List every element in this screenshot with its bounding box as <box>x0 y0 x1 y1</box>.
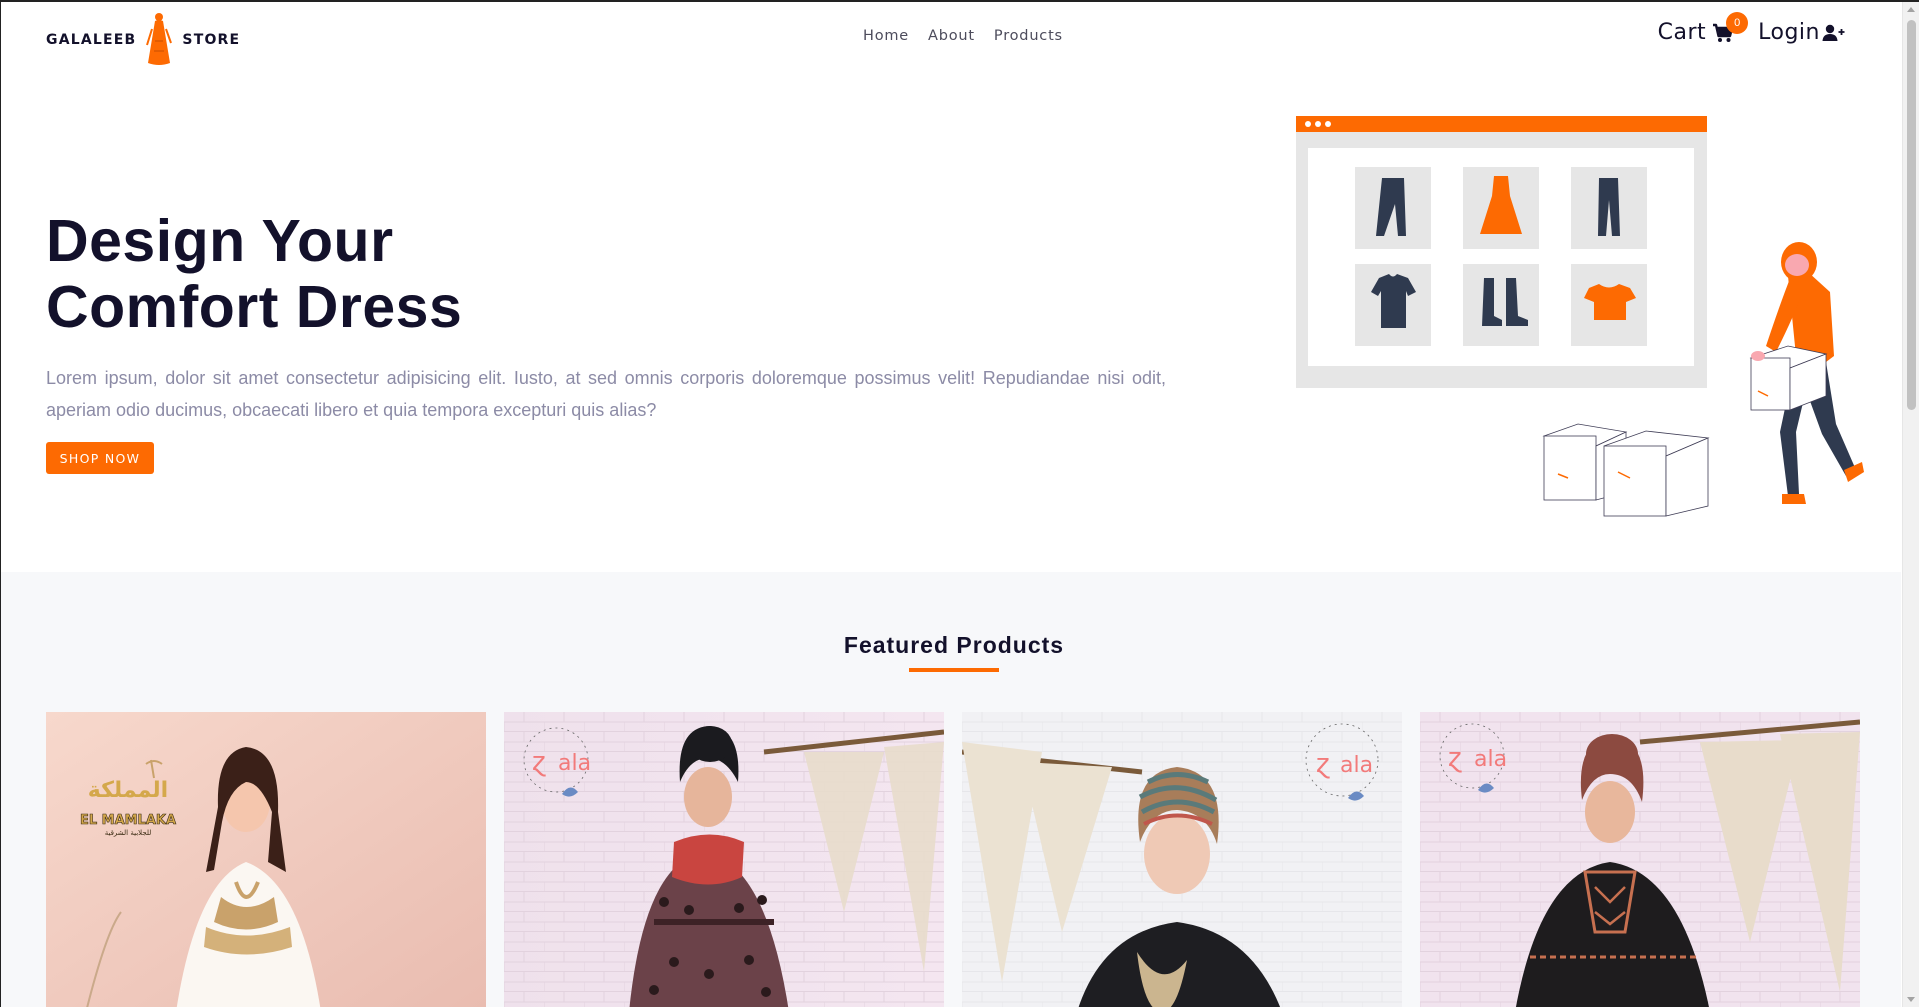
scrollbar-thumb[interactable] <box>1907 20 1916 410</box>
svg-text:ɀ: ɀ <box>1316 749 1330 779</box>
featured-products-section: Featured Products المملكة EL MAMLAKA للج… <box>1 572 1901 1007</box>
hero-description: Lorem ipsum, dolor sit amet consectetur … <box>46 368 1166 420</box>
product-card[interactable]: ɀ ala <box>504 712 944 1007</box>
navbar: GALALEEB STORE Home About Products Cart … <box>1 2 1901 76</box>
hero-title-line-2: Comfort Dress <box>46 274 463 340</box>
scroll-down-arrow-icon[interactable] <box>1907 997 1915 1002</box>
product-image: ɀ ala <box>1420 712 1860 1007</box>
svg-text:ɀ: ɀ <box>532 747 546 777</box>
product-grid: المملكة EL MAMLAKA للجلابية الشرقية ɀ al… <box>46 712 1860 1007</box>
nav-link-products[interactable]: Products <box>994 28 1063 44</box>
cart-button[interactable]: Cart 0 <box>1657 12 1749 45</box>
brand-logo-link[interactable]: GALALEEB STORE <box>46 12 240 68</box>
brand-watermark-text: ala <box>1340 753 1373 778</box>
product-image: المملكة EL MAMLAKA للجلابية الشرقية <box>46 712 486 1007</box>
hero-section: Design Your Comfort Dress Lorem ipsum, d… <box>1 76 1901 572</box>
cart-label: Cart <box>1657 20 1707 45</box>
featured-products-title: Featured Products <box>843 632 1065 658</box>
product-card[interactable]: ɀ ala <box>962 712 1402 1007</box>
svg-text:ɀ: ɀ <box>1448 743 1462 773</box>
brand-watermark-text: ala <box>558 751 591 776</box>
main-nav: Home About Products <box>863 28 1063 44</box>
login-button[interactable]: Login <box>1758 20 1846 45</box>
hero-title-line-1: Design Your <box>46 208 394 274</box>
brand-name-left: GALALEEB <box>46 32 137 48</box>
online-shopping-illustration <box>1296 116 1864 517</box>
brand-watermark-text: EL MAMLAKA <box>80 813 176 828</box>
product-card[interactable]: ɀ ala <box>1420 712 1860 1007</box>
product-image: ɀ ala <box>504 712 944 1007</box>
cart-count-badge: 0 <box>1726 12 1749 34</box>
svg-text:للجلابية الشرقية: للجلابية الشرقية <box>105 829 152 837</box>
nav-link-home[interactable]: Home <box>863 28 909 44</box>
brand-watermark-text: ala <box>1474 747 1507 772</box>
woman-dress-logo-icon <box>146 13 173 65</box>
scroll-up-arrow-icon[interactable] <box>1907 7 1915 12</box>
brand-name-right: STORE <box>182 32 241 48</box>
nav-actions: Cart 0 Login <box>1657 12 1846 45</box>
title-underline <box>909 668 999 672</box>
page-scrollbar[interactable] <box>1902 2 1919 1007</box>
login-label: Login <box>1758 20 1820 45</box>
product-card[interactable]: المملكة EL MAMLAKA للجلابية الشرقية <box>46 712 486 1007</box>
product-image: ɀ ala <box>962 712 1402 1007</box>
shop-now-button[interactable]: SHOP NOW <box>46 442 154 474</box>
hero-title: Design Your Comfort Dress <box>46 208 462 340</box>
nav-link-about[interactable]: About <box>928 28 975 44</box>
user-plus-icon <box>1822 24 1845 41</box>
svg-text:المملكة: المملكة <box>88 778 168 803</box>
